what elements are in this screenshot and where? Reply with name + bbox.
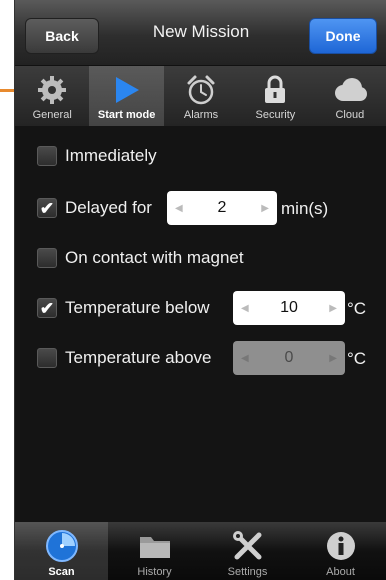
decrement-arrow-icon: ◀	[241, 352, 249, 364]
folder-icon	[138, 528, 172, 564]
tools-icon	[232, 528, 264, 564]
option-delayed[interactable]: ✔ Delayed for	[37, 198, 152, 218]
temperature-below-stepper[interactable]: ◀ 10 ▶	[233, 291, 345, 325]
scan-icon	[45, 528, 79, 564]
tab-scan[interactable]: Scan	[15, 522, 108, 580]
tab-label: Scan	[48, 566, 75, 578]
tab-label: About	[326, 566, 355, 578]
tab-history[interactable]: History	[108, 522, 201, 580]
option-temperature-above[interactable]: Temperature above	[37, 348, 211, 368]
option-label: Temperature below	[65, 298, 210, 317]
tab-label: Alarms	[183, 109, 219, 121]
tab-label: Cloud	[335, 109, 365, 121]
play-icon	[113, 74, 141, 106]
mission-tab-strip: General Start mode Alarms Security Cloud	[15, 66, 386, 126]
temperature-above-value: 0	[284, 349, 294, 366]
delay-unit: min(s)	[281, 199, 329, 218]
increment-arrow-icon: ▶	[329, 352, 337, 364]
option-label: Immediately	[65, 146, 157, 165]
alarm-clock-icon	[185, 74, 217, 106]
option-immediately[interactable]: Immediately	[37, 146, 157, 166]
tab-label: Settings	[227, 566, 268, 578]
back-button[interactable]: Back	[25, 18, 99, 54]
tab-security[interactable]: Security	[238, 66, 312, 126]
delayed-checkbox[interactable]: ✔	[37, 198, 57, 218]
option-temperature-below[interactable]: ✔ Temperature below	[37, 298, 210, 318]
increment-arrow-icon[interactable]: ▶	[329, 303, 337, 314]
temperature-above-unit: °C	[347, 349, 367, 368]
temperature-above-stepper: ◀ 0 ▶	[233, 341, 345, 375]
delay-value: 2	[217, 199, 227, 216]
tab-general[interactable]: General	[15, 66, 89, 126]
option-label: Delayed for	[65, 198, 152, 217]
delay-stepper[interactable]: ◀ 2 ▶	[167, 191, 277, 225]
bottom-tab-bar: Scan History Settings About	[15, 522, 386, 580]
decrement-arrow-icon[interactable]: ◀	[241, 303, 249, 314]
magnet-checkbox[interactable]	[37, 248, 57, 268]
start-mode-options: Immediately ✔ Delayed for ◀ 2 ▶ min(s) O…	[15, 126, 386, 522]
temperature-above-checkbox[interactable]	[37, 348, 57, 368]
tab-label: General	[32, 109, 72, 121]
temperature-below-checkbox[interactable]: ✔	[37, 298, 57, 318]
tab-label: History	[137, 566, 172, 578]
tab-settings[interactable]: Settings	[201, 522, 294, 580]
tab-start-mode[interactable]: Start mode	[89, 66, 164, 126]
option-label: On contact with magnet	[65, 248, 244, 267]
gear-icon	[37, 74, 67, 106]
tab-cloud[interactable]: Cloud	[313, 66, 386, 126]
cloud-icon	[332, 74, 368, 106]
temperature-below-unit: °C	[347, 299, 367, 318]
increment-arrow-icon[interactable]: ▶	[261, 203, 269, 214]
tab-label: Security	[255, 109, 296, 121]
info-icon	[325, 528, 357, 564]
option-magnet[interactable]: On contact with magnet	[37, 248, 244, 268]
tab-about[interactable]: About	[294, 522, 386, 580]
lock-icon	[263, 74, 287, 106]
decrement-arrow-icon[interactable]: ◀	[175, 203, 183, 214]
tab-label: Start mode	[97, 109, 156, 121]
page-title: New Mission	[152, 22, 250, 41]
tab-alarms[interactable]: Alarms	[164, 66, 238, 126]
phone-screen: Back New Mission Done General Start mode…	[14, 0, 386, 580]
option-label: Temperature above	[65, 348, 212, 367]
navigation-bar: Back New Mission Done	[15, 0, 386, 66]
temperature-below-value: 10	[280, 299, 298, 316]
immediately-checkbox[interactable]	[37, 146, 57, 166]
done-button[interactable]: Done	[309, 18, 377, 54]
